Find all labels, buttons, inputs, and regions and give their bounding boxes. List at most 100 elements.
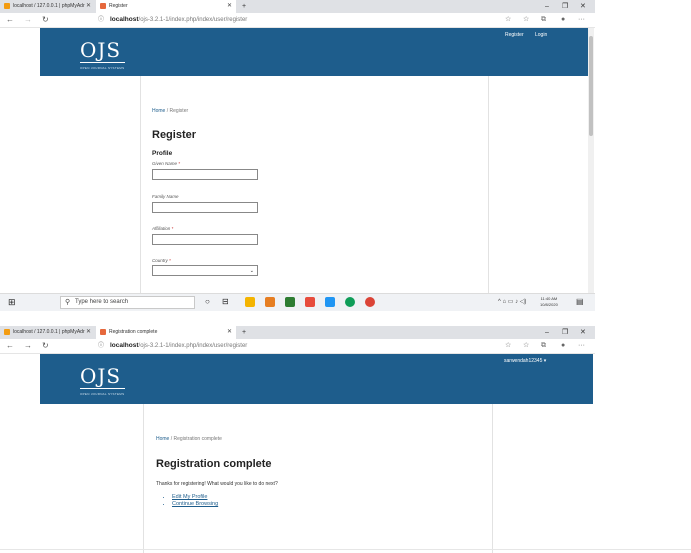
profile-icon[interactable]: ● bbox=[561, 339, 565, 353]
sidebar-divider bbox=[488, 76, 489, 293]
scrollbar-thumb[interactable] bbox=[589, 36, 593, 136]
breadcrumb: Home / Registration complete bbox=[156, 436, 222, 442]
affiliation-label: Affiliation * bbox=[152, 226, 174, 231]
profile-icon[interactable]: ● bbox=[561, 13, 565, 27]
app-icon[interactable] bbox=[285, 297, 295, 307]
breadcrumb-home-link[interactable]: Home bbox=[152, 108, 165, 114]
search-icon: ⚲ bbox=[65, 299, 71, 306]
ojs-favicon-icon bbox=[100, 2, 106, 9]
maximize-icon[interactable]: ❐ bbox=[562, 326, 568, 339]
windows-start-icon[interactable]: ⊞ bbox=[8, 297, 16, 308]
close-window-icon[interactable]: ✕ bbox=[580, 326, 586, 339]
phpmyadmin-icon bbox=[4, 328, 10, 335]
windows-taskbar: ⊞ ⚲ Type here to search ○ ⊟ ^ ⌂ ▭ ♪ ◁) 1… bbox=[0, 293, 595, 311]
given-name-label: Given Name * bbox=[152, 161, 181, 166]
chevron-down-icon: ⌄ bbox=[249, 268, 254, 274]
breadcrumb-home-link[interactable]: Home bbox=[156, 436, 169, 442]
continue-browsing-link[interactable]: Continue Browsing bbox=[172, 501, 218, 508]
family-name-input[interactable] bbox=[152, 202, 258, 213]
ojs-logo[interactable]: OJS bbox=[80, 364, 121, 388]
taskbar-search-input[interactable]: ⚲ Type here to search bbox=[60, 296, 195, 309]
back-icon[interactable]: ← bbox=[6, 339, 14, 353]
sidebar-divider bbox=[492, 404, 493, 553]
minimize-icon[interactable]: – bbox=[545, 326, 549, 339]
cortana-icon[interactable]: ○ bbox=[205, 297, 210, 306]
refresh-icon[interactable]: ↻ bbox=[42, 339, 49, 353]
sublime-icon[interactable] bbox=[265, 297, 275, 307]
new-tab-icon[interactable]: + bbox=[242, 0, 246, 13]
browser-tab-bar: localhost / 127.0.0.1 | phpMyAdr ✕ Regis… bbox=[0, 0, 595, 13]
screenshot-registration-complete: localhost / 127.0.0.1 | phpMyAdr ✕ Regis… bbox=[0, 326, 595, 553]
file-explorer-icon[interactable] bbox=[245, 297, 255, 307]
registration-message: Thanks for registering! What would you l… bbox=[156, 481, 278, 487]
close-window-icon[interactable]: ✕ bbox=[580, 0, 586, 13]
refresh-icon[interactable]: ↻ bbox=[42, 13, 49, 27]
star-icon[interactable]: ☆ bbox=[505, 339, 511, 353]
address-bar-row: ← → ↻ ⓘ localhost/ojs-3.2.1-1/index.php/… bbox=[0, 339, 595, 354]
maximize-icon[interactable]: ❐ bbox=[562, 0, 568, 13]
page-scrollbar[interactable] bbox=[588, 28, 594, 293]
phpmyadmin-icon bbox=[4, 2, 10, 9]
site-header: OJS OPEN JOURNAL SYSTEMS sarwendah12345 … bbox=[40, 354, 593, 404]
user-menu-dropdown[interactable]: sarwendah12345 ▾ bbox=[504, 358, 546, 364]
country-select[interactable]: ⌄ bbox=[152, 265, 258, 276]
close-tab-icon[interactable]: ✕ bbox=[86, 0, 91, 13]
store-icon[interactable] bbox=[325, 297, 335, 307]
taskbar-clock[interactable]: 11:40 AM 10/8/2020 bbox=[540, 296, 558, 308]
logo-subtitle: OPEN JOURNAL SYSTEMS bbox=[80, 392, 125, 396]
favorites-icon[interactable]: ☆ bbox=[523, 13, 529, 27]
logo-divider bbox=[80, 62, 125, 63]
ojs-logo[interactable]: OJS bbox=[80, 38, 121, 62]
star-icon[interactable]: ☆ bbox=[505, 13, 511, 27]
close-tab-icon[interactable]: ✕ bbox=[86, 326, 91, 339]
screenshot-register: localhost / 127.0.0.1 | phpMyAdr ✕ Regis… bbox=[0, 0, 595, 311]
logo-divider bbox=[80, 388, 125, 389]
content-left-border bbox=[140, 76, 141, 293]
close-tab-icon[interactable]: ✕ bbox=[227, 0, 232, 13]
forward-icon[interactable]: → bbox=[24, 339, 32, 353]
login-link[interactable]: Login bbox=[535, 32, 547, 38]
minimize-icon[interactable]: – bbox=[545, 0, 549, 13]
collections-icon[interactable]: ⧉ bbox=[541, 339, 546, 353]
close-tab-icon[interactable]: ✕ bbox=[227, 326, 232, 339]
system-tray-icons[interactable]: ^ ⌂ ▭ ♪ ◁) bbox=[498, 298, 526, 305]
url-field[interactable]: localhost/ojs-3.2.1-1/index.php/index/us… bbox=[110, 339, 247, 353]
affiliation-input[interactable] bbox=[152, 234, 258, 245]
more-icon[interactable]: ··· bbox=[578, 13, 585, 27]
browser-tab-registration-complete[interactable]: Registration complete ✕ bbox=[96, 326, 236, 339]
ojs-favicon-icon bbox=[100, 328, 106, 335]
family-name-label: Family Name bbox=[152, 194, 179, 199]
given-name-input[interactable] bbox=[152, 169, 258, 180]
url-field[interactable]: localhost/ojs-3.2.1-1/index.php/index/us… bbox=[110, 13, 247, 27]
edge-icon[interactable] bbox=[345, 297, 355, 307]
forward-icon[interactable]: → bbox=[24, 13, 32, 27]
browser-tab-register[interactable]: Register ✕ bbox=[96, 0, 236, 13]
info-icon: ⓘ bbox=[98, 17, 105, 23]
next-steps-list: Edit My Profile Continue Browsing bbox=[158, 494, 218, 508]
section-title-profile: Profile bbox=[152, 150, 173, 157]
page-title: Register bbox=[152, 129, 197, 141]
register-link[interactable]: Register bbox=[505, 32, 524, 38]
task-view-icon[interactable]: ⊟ bbox=[222, 297, 229, 306]
site-header: OJS OPEN JOURNAL SYSTEMS Register Login bbox=[40, 28, 593, 76]
collections-icon[interactable]: ⧉ bbox=[541, 13, 546, 27]
xampp-icon[interactable] bbox=[305, 297, 315, 307]
browser-tab-bar: localhost / 127.0.0.1 | phpMyAdr ✕ Regis… bbox=[0, 326, 595, 339]
breadcrumb: Home / Register bbox=[152, 108, 189, 114]
new-tab-icon[interactable]: + bbox=[242, 326, 246, 339]
notification-icon[interactable]: ▤ bbox=[576, 297, 584, 306]
chrome-icon[interactable] bbox=[365, 297, 375, 307]
edit-profile-link[interactable]: Edit My Profile bbox=[172, 494, 218, 501]
logo-subtitle: OPEN JOURNAL SYSTEMS bbox=[80, 66, 125, 70]
content-left-border bbox=[143, 404, 144, 553]
country-label: Country * bbox=[152, 258, 171, 263]
back-icon[interactable]: ← bbox=[6, 13, 14, 27]
more-icon[interactable]: ··· bbox=[578, 339, 585, 353]
page-title: Registration complete bbox=[156, 458, 272, 470]
favorites-icon[interactable]: ☆ bbox=[523, 339, 529, 353]
browser-tab-phpmyadmin[interactable]: localhost / 127.0.0.1 | phpMyAdr ✕ bbox=[0, 0, 95, 13]
browser-tab-phpmyadmin[interactable]: localhost / 127.0.0.1 | phpMyAdr ✕ bbox=[0, 326, 95, 339]
page-bottom-border bbox=[0, 549, 691, 550]
address-bar-row: ← → ↻ ⓘ localhost/ojs-3.2.1-1/index.php/… bbox=[0, 13, 595, 28]
info-icon: ⓘ bbox=[98, 343, 105, 349]
